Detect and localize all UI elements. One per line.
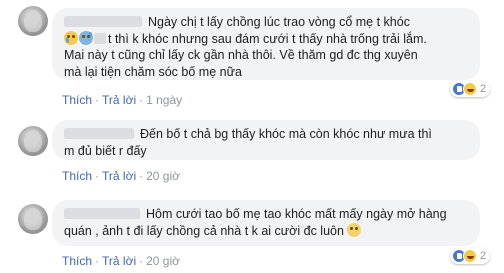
comment-text-line: Ngày chị t lấy chồng lúc trao vòng cổ mẹ… [148, 15, 410, 29]
redacted-name [64, 128, 134, 139]
comment-text-line: Đến bố t chả bg thấy khóc mà còn khóc nh… [140, 127, 432, 141]
separator: · [139, 169, 144, 183]
separator: · [95, 169, 100, 183]
avatar[interactable] [18, 126, 48, 156]
separator: · [139, 254, 144, 268]
comment-text-line: Mai này t cũng chỉ lấy ck gần nhà thôi. … [64, 48, 418, 62]
like-link[interactable]: Thích [62, 93, 92, 107]
like-link[interactable]: Thích [62, 254, 92, 268]
timestamp[interactable]: 20 giờ [146, 169, 180, 183]
timestamp[interactable]: 1 ngày [146, 93, 182, 107]
comment-text-line: quán , ảnh t đi lấy chồng cả nhà t k ai … [64, 223, 344, 238]
reply-link[interactable]: Trả lời [102, 169, 136, 183]
reaction-count: 2 [480, 250, 487, 262]
reaction-count: 2 [480, 83, 487, 95]
like-link[interactable]: Thích [62, 169, 92, 183]
comment-bubble: Đến bố t chả bg thấy khóc mà còn khóc nh… [52, 120, 480, 160]
redacted-text [94, 32, 106, 44]
smile-emoji-icon [347, 222, 362, 237]
separator: · [95, 93, 100, 107]
haha-reaction-icon [463, 82, 477, 96]
comment-actions: Thích · Trả lời · 1 ngày [62, 93, 182, 107]
comment-text-line: m đủ biết r đấy [64, 143, 147, 158]
timestamp[interactable]: 20 giờ [146, 254, 180, 268]
avatar[interactable] [18, 6, 48, 36]
crying-emoji-icon [64, 30, 78, 45]
separator: · [139, 93, 144, 107]
haha-reaction-icon [463, 249, 477, 263]
comment-text-line: t thì k khóc nhưng sau đám cưới t thấy n… [108, 31, 427, 46]
reaction-summary[interactable]: 2 [450, 248, 491, 264]
redacted-name [64, 208, 140, 219]
comment-actions: Thích · Trả lời · 20 giờ [62, 169, 180, 183]
reaction-summary[interactable]: 2 [450, 81, 491, 97]
comment-text-line: mà lại tiện chăm sóc bố mẹ nữa [64, 64, 242, 79]
reply-link[interactable]: Trả lời [102, 254, 136, 268]
comment-actions: Thích · Trả lời · 20 giờ [62, 254, 180, 268]
sad-sweat-emoji-icon [79, 30, 93, 45]
comment-text-line: Hôm cưới tao bố mẹ tao khóc mất mấy ngày… [146, 207, 447, 221]
avatar[interactable] [18, 204, 48, 234]
reply-link[interactable]: Trả lời [102, 93, 136, 107]
redacted-name [64, 16, 142, 27]
comment-bubble: Ngày chị t lấy chồng lúc trao vòng cổ mẹ… [52, 8, 480, 80]
comment-bubble: Hôm cưới tao bố mẹ tao khóc mất mấy ngày… [52, 200, 480, 246]
separator: · [95, 254, 100, 268]
